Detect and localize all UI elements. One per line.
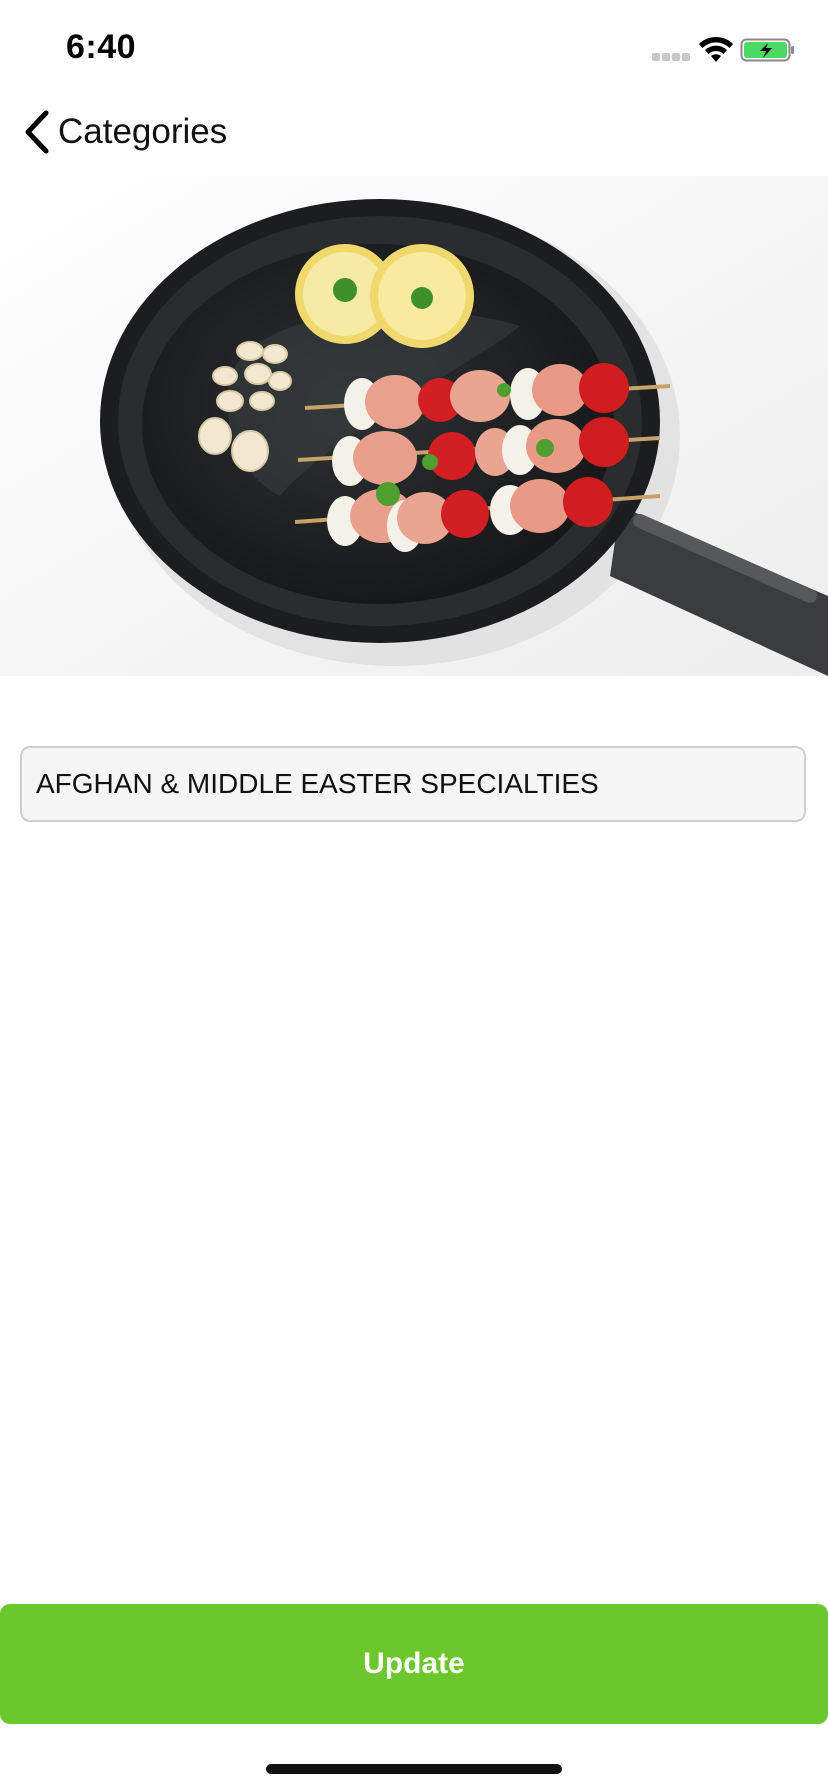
signal-icon bbox=[652, 53, 690, 61]
chevron-left-icon bbox=[25, 110, 49, 154]
food-pan-illustration bbox=[0, 176, 828, 676]
status-time: 6:40 bbox=[66, 28, 137, 66]
back-button-label: Categories bbox=[58, 112, 228, 151]
update-button[interactable]: Update bbox=[0, 1604, 828, 1724]
wifi-icon bbox=[699, 36, 733, 62]
category-image[interactable] bbox=[0, 176, 828, 676]
category-name-field[interactable] bbox=[20, 746, 806, 822]
home-indicator bbox=[266, 1764, 562, 1774]
battery-charging-icon bbox=[740, 38, 794, 62]
status-bar: 6:40 bbox=[0, 0, 828, 100]
back-button[interactable]: Categories bbox=[22, 106, 227, 158]
